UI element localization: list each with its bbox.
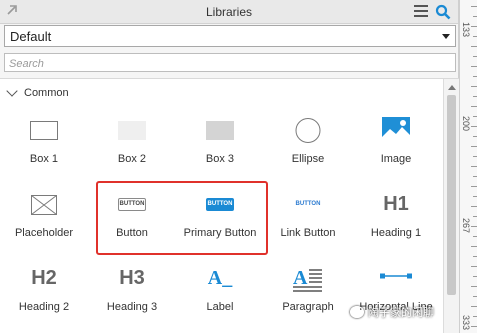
widget-image[interactable]: Image xyxy=(352,115,440,175)
widget-label: Link Button xyxy=(280,227,336,239)
search-icon[interactable] xyxy=(435,4,451,20)
widget-heading-3[interactable]: H3 Heading 3 xyxy=(88,264,176,324)
box-1-icon xyxy=(30,121,58,140)
ruler-label: 267 xyxy=(461,218,471,234)
widget-link-button[interactable]: BUTTON Link Button xyxy=(264,190,352,250)
section-header-common[interactable]: Common xyxy=(6,85,69,99)
widget-label: Heading 2 xyxy=(18,301,70,313)
vertical-scrollbar[interactable] xyxy=(443,79,459,333)
search-input[interactable] xyxy=(9,58,451,70)
scrollbar-thumb[interactable] xyxy=(447,95,456,295)
ellipse-icon xyxy=(295,118,321,143)
ruler-label: 133 xyxy=(461,22,471,38)
widget-label: Box 1 xyxy=(29,153,59,165)
box-3-icon xyxy=(206,121,234,140)
ruler-label: 200 xyxy=(461,116,471,132)
annotation-highlight-box xyxy=(96,181,268,255)
title-bar: Libraries xyxy=(0,0,458,24)
library-select-value: Default xyxy=(10,29,52,44)
widget-paragraph[interactable]: A Paragraph xyxy=(264,264,352,324)
widget-ellipse[interactable]: Ellipse xyxy=(264,115,352,175)
placeholder-icon xyxy=(31,195,57,215)
vertical-ruler: 133 200 267 333 xyxy=(459,0,477,333)
section-title: Common xyxy=(24,87,69,99)
heading-2-preview: H2 xyxy=(31,267,57,289)
scroll-up-icon[interactable] xyxy=(448,85,456,90)
paragraph-icon: A xyxy=(293,266,323,292)
widget-label: Heading 1 xyxy=(370,227,422,239)
widget-label: Label xyxy=(206,301,234,313)
widget-label: Box 2 xyxy=(117,153,147,165)
wechat-icon xyxy=(350,306,364,318)
widget-label: Paragraph xyxy=(282,301,334,313)
menu-icon[interactable] xyxy=(414,5,428,17)
widget-label: Heading 3 xyxy=(106,301,158,313)
svg-text:A: A xyxy=(293,267,308,289)
library-select[interactable]: Default xyxy=(4,25,456,47)
widget-label: Placeholder xyxy=(14,227,74,239)
label-preview: A_ xyxy=(207,267,233,289)
widget-label: Image xyxy=(380,153,412,165)
chevron-down-icon xyxy=(6,85,18,97)
widget-label: Ellipse xyxy=(291,153,325,165)
ruler-label: 333 xyxy=(461,315,471,331)
watermark: 陶子家的闲聊 xyxy=(350,304,434,320)
watermark-text: 陶子家的闲聊 xyxy=(368,307,434,319)
widget-box-3[interactable]: Box 3 xyxy=(176,115,264,175)
link-button-preview: BUTTON xyxy=(295,201,321,207)
widget-box-2[interactable]: Box 2 xyxy=(88,115,176,175)
widget-box-1[interactable]: Box 1 xyxy=(0,115,88,175)
search-field[interactable] xyxy=(4,53,456,72)
panel-title: Libraries xyxy=(205,5,253,19)
horizontal-line-icon xyxy=(380,270,412,282)
box-2-icon xyxy=(118,121,146,140)
heading-1-preview: H1 xyxy=(383,193,409,215)
chevron-down-icon xyxy=(442,34,450,39)
widget-heading-1[interactable]: H1 Heading 1 xyxy=(352,190,440,250)
widget-label: Box 3 xyxy=(205,153,235,165)
widget-heading-2[interactable]: H2 Heading 2 xyxy=(0,264,88,324)
image-icon xyxy=(382,117,410,143)
widget-label-item[interactable]: A_ Label xyxy=(176,264,264,324)
heading-3-preview: H3 xyxy=(119,267,145,289)
widget-placeholder[interactable]: Placeholder xyxy=(0,190,88,250)
